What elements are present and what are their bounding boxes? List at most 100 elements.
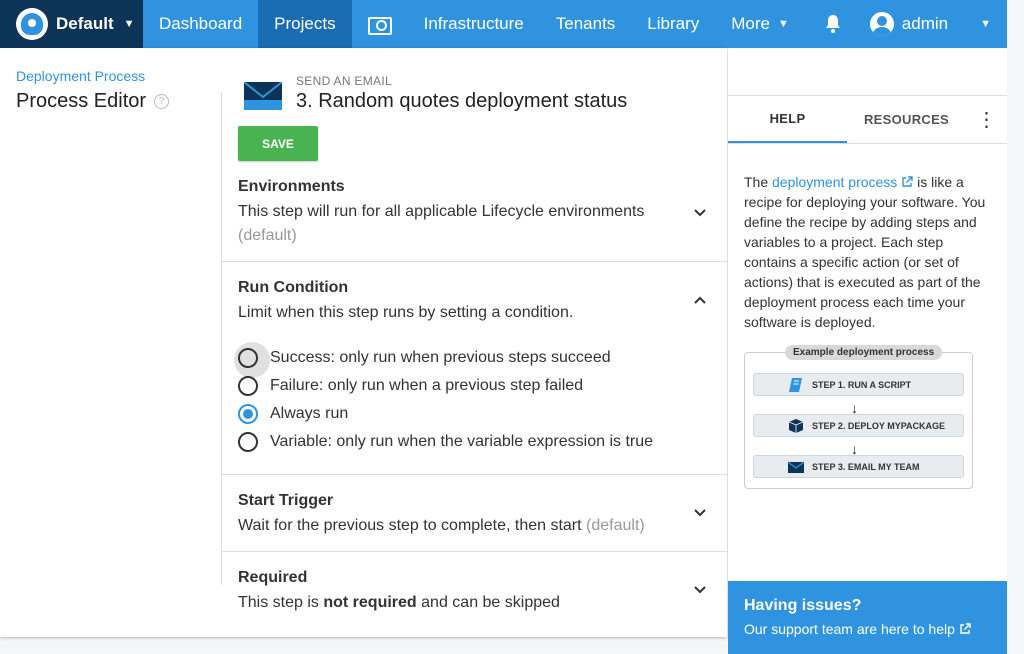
environments-section[interactable]: Environments This step will run for all … [222, 178, 727, 248]
divider [222, 551, 727, 552]
nav-dashboard[interactable]: Dashboard [143, 0, 258, 48]
section-title: Start Trigger [238, 492, 334, 509]
search-icon [367, 15, 392, 35]
space-switcher[interactable]: Default ▼ [0, 0, 143, 48]
user-menu[interactable]: admin ▼ [858, 0, 1007, 48]
external-link-icon [902, 176, 913, 187]
page-title: Process Editor ? [16, 90, 170, 113]
nav-more[interactable]: More ▼ [715, 0, 805, 48]
help-text: The deployment process is like a recipe … [728, 144, 1007, 332]
diagram-step-3: STEP 3. EMAIL MY TEAM [753, 455, 964, 478]
section-description: This step is not required and can be ski… [238, 591, 668, 615]
page-header: Deployment Process Process Editor ? [16, 68, 170, 113]
divider [222, 474, 727, 475]
default-tag: (default) [238, 227, 297, 244]
diagram-title: Example deployment process [785, 345, 943, 360]
diagram-step-label: STEP 1. RUN A SCRIPT [812, 379, 912, 390]
diagram-step-2: STEP 2. DEPLOY MYPACKAGE [753, 414, 964, 437]
required-desc-post: and can be skipped [416, 594, 560, 611]
radio-label: Always run [270, 405, 349, 422]
chevron-up-icon[interactable] [693, 293, 707, 307]
nav-more-label: More [731, 14, 770, 33]
radio-variable[interactable]: Variable: only run when the variable exp… [238, 432, 653, 452]
run-condition-section[interactable]: Run Condition Limit when this step runs … [222, 279, 727, 325]
section-description: Wait for the previous step to complete, … [238, 514, 668, 538]
required-desc-bold: not required [323, 594, 417, 611]
scrollbar-gutter [1007, 0, 1024, 654]
caret-down-icon: ▼ [980, 18, 991, 30]
notifications-bell[interactable] [808, 0, 858, 48]
radio-success[interactable]: Success: only run when previous steps su… [238, 348, 611, 368]
radio-button[interactable] [238, 432, 258, 452]
support-link-text: Our support team are here to help [744, 621, 955, 637]
diagram-step-label: STEP 3. EMAIL MY TEAM [812, 461, 920, 472]
more-vert-icon[interactable]: ⋮ [966, 96, 1007, 143]
arrow-down-icon: ↓ [851, 400, 858, 416]
environments-desc: This step will run for all applicable Li… [238, 203, 645, 220]
support-title: Having issues? [744, 597, 862, 614]
nav-library[interactable]: Library [631, 0, 715, 48]
radio-always[interactable]: Always run [238, 404, 348, 424]
help-panel: HELP RESOURCES ⋮ The deployment process … [728, 48, 1007, 654]
default-tag: (default) [586, 517, 645, 534]
nav-projects[interactable]: Projects [258, 0, 352, 48]
help-intro-pre: The [744, 174, 773, 190]
user-name: admin [901, 14, 949, 33]
page-title-text: Process Editor [16, 90, 147, 112]
bell-icon [825, 15, 840, 33]
section-title: Required [238, 569, 308, 586]
diagram-step-label: STEP 2. DEPLOY MYPACKAGE [812, 420, 946, 431]
tab-resources[interactable]: RESOURCES [847, 96, 966, 143]
radio-label: Variable: only run when the variable exp… [270, 433, 654, 450]
caret-down-icon: ▼ [778, 18, 789, 30]
section-title: Run Condition [238, 279, 349, 296]
space-name: Default [56, 14, 114, 33]
radio-button[interactable] [238, 348, 258, 368]
step-type: SEND AN EMAIL [296, 74, 392, 88]
chevron-down-icon[interactable] [693, 206, 707, 220]
script-icon [789, 378, 802, 392]
chevron-down-icon[interactable] [693, 506, 707, 520]
link-text: deployment process [772, 174, 898, 190]
nav-tenants[interactable]: Tenants [540, 0, 632, 48]
support-banner: Having issues? Our support team are here… [728, 581, 1007, 654]
avatar [869, 12, 894, 36]
package-icon [788, 419, 804, 433]
radio-label: Failure: only run when a previous step f… [270, 377, 584, 394]
start-trigger-desc: Wait for the previous step to complete, … [238, 517, 582, 534]
required-desc-pre: This step is [238, 594, 324, 611]
nav-search[interactable] [352, 0, 408, 48]
example-diagram: Example deployment process STEP 1. RUN A… [744, 345, 973, 489]
start-trigger-section[interactable]: Start Trigger Wait for the previous step… [222, 492, 727, 538]
caret-down-icon: ▼ [123, 18, 135, 30]
required-section[interactable]: Required This step is not required and c… [222, 569, 727, 615]
nav-infrastructure[interactable]: Infrastructure [408, 0, 540, 48]
radio-button-checked[interactable] [238, 404, 258, 424]
radio-button[interactable] [238, 376, 258, 396]
help-tabs: HELP RESOURCES ⋮ [728, 96, 1007, 144]
arrow-down-icon: ↓ [851, 441, 858, 457]
step-header: SEND AN EMAIL 3. Random quotes deploymen… [244, 74, 627, 113]
process-editor-card: Deployment Process Process Editor ? SEND… [0, 48, 727, 637]
radio-label: Success: only run when previous steps su… [270, 349, 611, 366]
breadcrumb[interactable]: Deployment Process [16, 68, 169, 84]
deployment-process-link[interactable]: deployment process [772, 174, 913, 190]
save-button[interactable]: SAVE [238, 126, 318, 161]
chevron-down-icon[interactable] [693, 583, 707, 597]
support-link[interactable]: Our support team are here to help [744, 621, 991, 637]
help-intro-post: is like a recipe for deploying your soft… [744, 174, 986, 330]
radio-failure[interactable]: Failure: only run when a previous step f… [238, 376, 583, 396]
email-icon [788, 461, 804, 473]
section-title: Environments [238, 178, 345, 195]
top-nav: Default ▼ Dashboard Projects Infrastruct… [0, 0, 1007, 48]
help-icon[interactable]: ? [154, 94, 170, 109]
section-description: Limit when this step runs by setting a c… [238, 304, 574, 321]
tab-help[interactable]: HELP [728, 96, 847, 143]
section-description: This step will run for all applicable Li… [238, 200, 668, 248]
external-link-icon [960, 623, 971, 634]
diagram-step-1: STEP 1. RUN A SCRIPT [753, 373, 964, 396]
step-title: 3. Random quotes deployment status [296, 90, 628, 112]
octopus-logo-icon [16, 8, 48, 40]
divider [222, 261, 727, 262]
email-icon [244, 82, 282, 110]
